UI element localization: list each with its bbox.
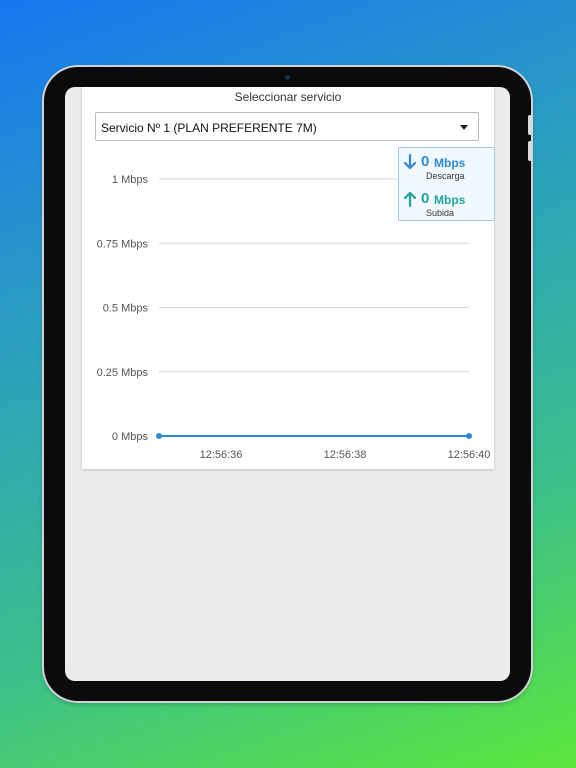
download-value: 0 bbox=[421, 153, 430, 170]
upload-label: Subida bbox=[426, 208, 455, 218]
camera bbox=[285, 75, 290, 80]
series-point bbox=[466, 433, 472, 439]
y-tick-label: 0.25 Mbps bbox=[97, 367, 149, 379]
volume-button bbox=[528, 115, 532, 135]
x-tick-label: 12:56:40 bbox=[448, 449, 491, 461]
speed-readout: 0 Mbps Descarga 0 Mbps Subida bbox=[398, 147, 495, 221]
volume-button bbox=[528, 141, 532, 161]
download-label: Descarga bbox=[426, 171, 465, 181]
x-tick-label: 12:56:36 bbox=[200, 449, 243, 461]
upload-value: 0 bbox=[421, 190, 430, 207]
arrow-down-icon bbox=[403, 154, 417, 170]
speed-chart: 1 Mbps 0.75 Mbps 0.5 Mbps 0.25 Mbps 0 Mbps 1… bbox=[97, 174, 491, 461]
upload-unit: Mbps bbox=[434, 193, 466, 207]
chart-series bbox=[156, 433, 472, 439]
x-tick-label: 12:56:38 bbox=[324, 449, 367, 461]
y-tick-label: 0 Mbps bbox=[112, 431, 149, 443]
y-tick-label: 0.75 Mbps bbox=[97, 238, 149, 250]
series-point bbox=[156, 433, 162, 439]
y-axis-labels: 1 Mbps 0.75 Mbps 0.5 Mbps 0.25 Mbps 0 Mbps bbox=[97, 174, 149, 443]
download-unit: Mbps bbox=[434, 156, 466, 170]
app-screen: Seleccionar servicio Servicio Nº 1 (PLAN… bbox=[65, 87, 510, 681]
arrow-up-icon bbox=[403, 191, 417, 207]
speed-chart-card: Seleccionar servicio Servicio Nº 1 (PLAN… bbox=[82, 87, 495, 469]
y-tick-label: 0.5 Mbps bbox=[103, 303, 149, 315]
x-axis-labels: 12:56:36 12:56:38 12:56:40 bbox=[200, 449, 491, 461]
y-tick-label: 1 Mbps bbox=[112, 174, 149, 186]
